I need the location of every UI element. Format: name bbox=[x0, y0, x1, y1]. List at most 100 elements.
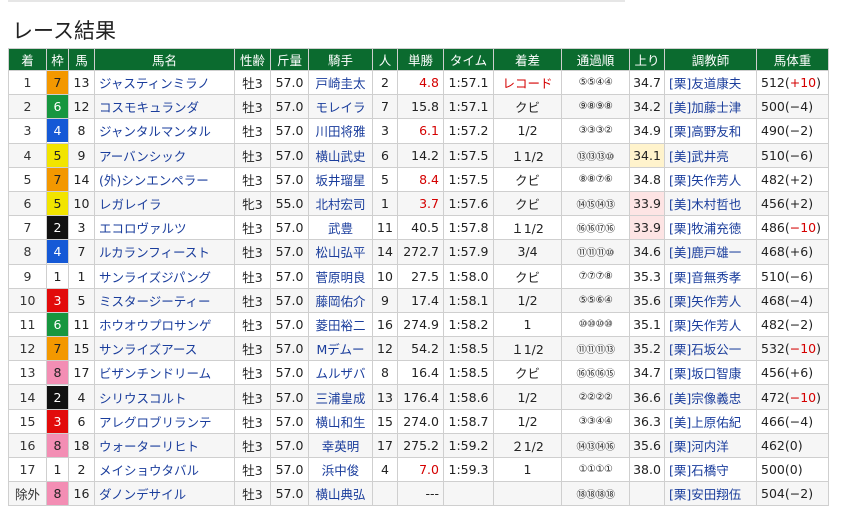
horse-name-link[interactable]: メイショウタバル bbox=[94, 456, 235, 483]
jockey-link[interactable]: 坂井瑠星 bbox=[308, 166, 373, 192]
body-weight-change: 0 bbox=[789, 437, 798, 453]
jockey-link[interactable]: 菱田裕二 bbox=[308, 311, 373, 338]
trainer-link[interactable]: [美]鹿戸雄一 bbox=[664, 239, 757, 265]
horse-name-link[interactable]: エコロヴァルツ bbox=[94, 215, 235, 241]
carried-weight: 57.0 bbox=[270, 336, 309, 362]
jockey-link[interactable]: 横山和生 bbox=[308, 408, 373, 434]
jockey-link[interactable]: 戸崎圭太 bbox=[308, 69, 373, 96]
passing-order: ⑩⑩⑩⑩ bbox=[561, 311, 630, 338]
jockey-link[interactable]: 菅原明良 bbox=[308, 263, 373, 289]
horse-name-link[interactable]: コスモキュランダ bbox=[94, 94, 235, 120]
jockey-link[interactable]: モレイラ bbox=[308, 94, 373, 120]
trainer-link[interactable]: [美]木村哲也 bbox=[664, 190, 757, 217]
popularity: 7 bbox=[372, 94, 398, 120]
trainer-link[interactable]: [栗]高野友和 bbox=[664, 118, 757, 144]
trainer-link[interactable]: [栗]矢作芳人 bbox=[664, 166, 757, 192]
body-weight: 510(−6) bbox=[756, 142, 829, 168]
jockey-link[interactable]: 三浦皇成 bbox=[308, 384, 373, 410]
jockey-link[interactable]: 横山典弘 bbox=[308, 481, 373, 507]
margin: 3/4 bbox=[493, 239, 562, 265]
horse-name-link[interactable]: ダノンデサイル bbox=[94, 481, 235, 507]
last-3f-time: 35.3 bbox=[629, 263, 665, 289]
trainer-link[interactable]: [栗]友道康夫 bbox=[664, 69, 757, 96]
horse-name-link[interactable]: シリウスコルト bbox=[94, 384, 235, 410]
sex-age: 牡3 bbox=[234, 432, 271, 459]
trainer-link[interactable]: [栗]安田翔伍 bbox=[664, 481, 757, 507]
body-weight-change: +2 bbox=[789, 196, 809, 212]
win-odds: --- bbox=[397, 481, 444, 507]
jockey-link[interactable]: 横山武史 bbox=[308, 142, 373, 168]
horse-number: 17 bbox=[68, 360, 95, 386]
trainer-link[interactable]: [栗]河内洋 bbox=[664, 432, 757, 459]
passing-order: ⑬⑬⑬⑩ bbox=[561, 142, 630, 168]
frame-number: 7 bbox=[47, 71, 68, 94]
jockey-link[interactable]: 川田将雅 bbox=[308, 118, 373, 144]
trainer-link[interactable]: [栗]牧浦充徳 bbox=[664, 215, 757, 241]
passing-order: ⑪⑪⑪⑬ bbox=[561, 336, 630, 362]
horse-name-link[interactable]: ジャスティンミラノ bbox=[94, 69, 235, 96]
trainer-link[interactable]: [栗]矢作芳人 bbox=[664, 311, 757, 338]
jockey-link[interactable]: 北村宏司 bbox=[308, 190, 373, 217]
trainer-link[interactable]: [美]武井亮 bbox=[664, 142, 757, 168]
trainer-link[interactable]: [美]加藤士津 bbox=[664, 94, 757, 120]
horse-name-link[interactable]: ルカランフィースト bbox=[94, 239, 235, 265]
horse-name-link[interactable]: (外)シンエンペラー bbox=[94, 166, 235, 192]
win-odds: 16.4 bbox=[397, 360, 444, 386]
win-odds: 40.5 bbox=[397, 215, 444, 241]
horse-number: 18 bbox=[68, 432, 95, 459]
sex-age: 牡3 bbox=[234, 360, 271, 386]
trainer-link[interactable]: [美]宗像義忠 bbox=[664, 384, 757, 410]
last-3f-time bbox=[629, 481, 665, 507]
horse-name-link[interactable]: ミスタージーティー bbox=[94, 287, 235, 313]
horse-name-link[interactable]: ジャンタルマンタル bbox=[94, 118, 235, 144]
margin: 1/2 bbox=[493, 287, 562, 313]
trainer-link[interactable]: [栗]坂口智康 bbox=[664, 360, 757, 386]
jockey-link[interactable]: ムルザバ bbox=[308, 360, 373, 386]
body-weight-value: 456( bbox=[761, 196, 790, 212]
table-row: 5 7 14 (外)シンエンペラー 牡3 57.0 坂井瑠星 5 8.4 1:57.5 クビ ⑧⑧⑦⑥… bbox=[8, 166, 829, 192]
trainer-link[interactable]: [栗]矢作芳人 bbox=[664, 287, 757, 313]
frame-number: 4 bbox=[47, 240, 68, 263]
jockey-link[interactable]: 藤岡佑介 bbox=[308, 287, 373, 313]
horse-number: 2 bbox=[68, 456, 95, 483]
trainer-link[interactable]: [美]上原佑紀 bbox=[664, 408, 757, 434]
horse-name-link[interactable]: ホウオウプロサンゲ bbox=[94, 311, 235, 338]
trainer-link[interactable]: [栗]石橋守 bbox=[664, 456, 757, 483]
horse-name-link[interactable]: ウォーターリヒト bbox=[94, 432, 235, 459]
horse-number: 3 bbox=[68, 215, 95, 241]
body-weight-change: −10 bbox=[789, 220, 817, 236]
jockey-link[interactable]: 松山弘平 bbox=[308, 239, 373, 265]
finish-time: 1:57.6 bbox=[443, 190, 494, 217]
passing-order: ⑯⑯⑰⑯ bbox=[561, 215, 630, 241]
horse-name-link[interactable]: サンライズアース bbox=[94, 336, 235, 362]
jockey-link[interactable]: 幸英明 bbox=[308, 432, 373, 459]
body-weight: 510(−6) bbox=[756, 263, 829, 289]
frame-number: 7 bbox=[47, 168, 68, 191]
horse-name-link[interactable]: アーバンシック bbox=[94, 142, 235, 168]
margin: クビ bbox=[493, 263, 562, 289]
horse-name-link[interactable]: ビザンチンドリーム bbox=[94, 360, 235, 386]
column-header: 馬 bbox=[68, 48, 95, 71]
body-weight-value: 462( bbox=[761, 437, 790, 453]
carried-weight: 57.0 bbox=[270, 481, 309, 507]
horse-name-link[interactable]: サンライズジパング bbox=[94, 263, 235, 289]
popularity: 13 bbox=[372, 384, 398, 410]
table-row: 9 1 1 サンライズジパング 牡3 57.0 菅原明良 10 27.5 1:58.0 クビ ⑦⑦⑦⑧… bbox=[8, 263, 829, 289]
horse-number: 15 bbox=[68, 336, 95, 362]
body-weight: 456(+2) bbox=[756, 190, 829, 217]
trainer-link[interactable]: [栗]石坂公一 bbox=[664, 336, 757, 362]
trainer-link[interactable]: [栗]音無秀孝 bbox=[664, 263, 757, 289]
jockey-link[interactable]: Mデムー bbox=[308, 336, 373, 362]
horse-name-link[interactable]: アレグロブリランテ bbox=[94, 408, 235, 434]
win-odds: 275.2 bbox=[397, 432, 444, 459]
horse-name-link[interactable]: レガレイラ bbox=[94, 190, 235, 217]
jockey-link[interactable]: 浜中俊 bbox=[308, 456, 373, 483]
jockey-link[interactable]: 武豊 bbox=[308, 215, 373, 241]
passing-order: ⑤⑤④④ bbox=[561, 69, 630, 96]
frame-number-cell: 4 bbox=[46, 239, 69, 265]
frame-number-cell: 8 bbox=[46, 432, 69, 459]
last-3f-time: 34.6 bbox=[629, 239, 665, 265]
body-weight-change: +10 bbox=[789, 75, 817, 91]
frame-number: 8 bbox=[47, 361, 68, 384]
passing-order: ⑯⑯⑯⑮ bbox=[561, 360, 630, 386]
